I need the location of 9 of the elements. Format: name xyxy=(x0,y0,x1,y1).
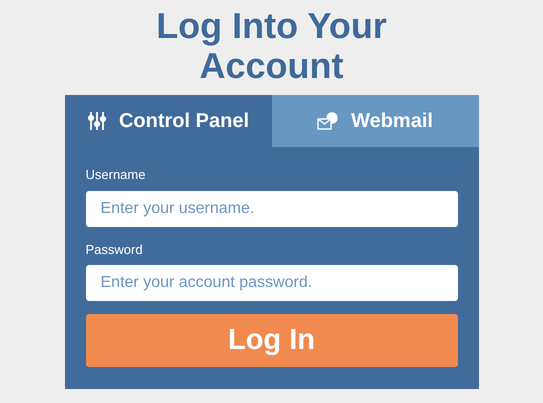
page-title: Log Into Your Account xyxy=(155,6,388,86)
input-field[interactable]: Enter your account password. xyxy=(86,265,458,301)
login-button[interactable]: Log In xyxy=(86,314,458,367)
tab[interactable]: Webmail xyxy=(272,95,478,147)
input-field[interactable]: Enter your username. xyxy=(86,190,458,226)
field-label: Password xyxy=(86,240,144,258)
mail-globe-icon xyxy=(317,112,340,130)
sliders-icon xyxy=(86,111,107,131)
field-label: Username xyxy=(86,166,146,184)
